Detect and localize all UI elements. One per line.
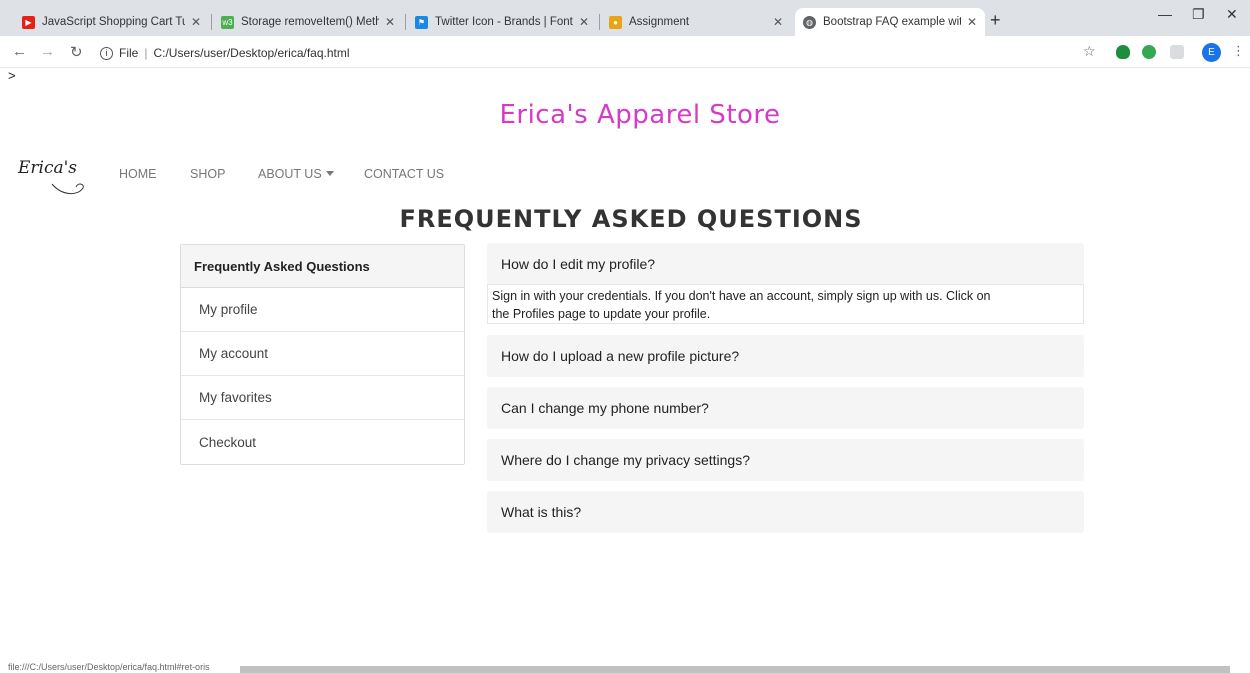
url-scheme: File [119, 46, 139, 60]
stray-text: > [8, 68, 16, 83]
faq-answer-edit-profile: Sign in with your credentials. If you do… [487, 284, 1084, 324]
browser-tab-assignment[interactable]: ● Assignment ✕ [601, 8, 791, 36]
faq-question-edit-profile[interactable]: How do I edit my profile? [487, 243, 1084, 285]
status-bar-url: file:///C:/Users/user/Desktop/erica/faq.… [8, 662, 210, 672]
minimize-icon[interactable]: — [1158, 6, 1172, 22]
faq-category-my-favorites[interactable]: My favorites [181, 376, 464, 420]
store-title: Erica's Apparel Store [499, 100, 781, 130]
nav-home-link[interactable]: HOME [119, 167, 157, 181]
faq-category-my-profile[interactable]: My profile [181, 288, 464, 332]
faq-question-phone-number[interactable]: Can I change my phone number? [487, 387, 1084, 429]
tab-separator [599, 14, 600, 30]
faq-category-my-account[interactable]: My account [181, 332, 464, 376]
nav-contact-link[interactable]: CONTACT US [364, 167, 444, 181]
logo-swirl-icon [51, 183, 84, 194]
close-window-icon[interactable]: ✕ [1226, 6, 1238, 23]
nav-shop-link[interactable]: SHOP [190, 167, 225, 181]
faq-category-header[interactable]: Frequently Asked Questions [181, 245, 464, 288]
globe-extension-icon[interactable] [1142, 45, 1156, 59]
faq-question-upload-picture[interactable]: How do I upload a new profile picture? [487, 335, 1084, 377]
tab-label: Storage removeItem() Method [241, 16, 379, 28]
tab-separator [405, 14, 406, 30]
url-text: C:/Users/user/Desktop/erica/faq.html [153, 46, 350, 60]
browser-tab-bar: ▶ JavaScript Shopping Cart Tutoria ✕ w3 … [0, 0, 1250, 36]
w3schools-icon: w3 [221, 15, 234, 29]
back-arrow-icon[interactable]: ← [12, 43, 27, 60]
tab-separator [211, 14, 212, 30]
close-tab-icon[interactable]: ✕ [191, 15, 201, 29]
faq-question-what-is-this[interactable]: What is this? [487, 491, 1084, 533]
faq-category-list: Frequently Asked Questions My profile My… [180, 244, 465, 465]
browser-toolbar: ← → ↻ i File | C:/Users/user/Desktop/eri… [0, 36, 1250, 68]
browser-tab-fontawesome[interactable]: ⚑ Twitter Icon - Brands | Font Awes ✕ [407, 8, 597, 36]
tab-label: JavaScript Shopping Cart Tutoria [42, 16, 185, 28]
faq-page-heading: FREQUENTLY ASKED QUESTIONS [399, 205, 863, 233]
browser-tab-w3schools[interactable]: w3 Storage removeItem() Method ✕ [213, 8, 403, 36]
address-bar[interactable]: i File | C:/Users/user/Desktop/erica/faq… [100, 42, 350, 64]
browser-tab-youtube[interactable]: ▶ JavaScript Shopping Cart Tutoria ✕ [14, 8, 209, 36]
answer-line: Sign in with your credentials. If you do… [492, 289, 991, 303]
new-tab-icon[interactable]: + [990, 10, 1001, 31]
answer-line: the Profiles page to update your profile… [492, 307, 711, 321]
url-separator: | [144, 46, 148, 60]
brand-logo[interactable]: Erica's [18, 158, 77, 178]
reload-icon[interactable]: ↻ [70, 43, 83, 61]
faq-question-privacy-settings[interactable]: Where do I change my privacy settings? [487, 439, 1084, 481]
forward-arrow-icon[interactable]: → [40, 43, 55, 60]
pdf-extension-icon[interactable] [1170, 45, 1184, 59]
tab-label: Bootstrap FAQ example with tab [823, 16, 961, 28]
tab-label: Twitter Icon - Brands | Font Awes [435, 16, 573, 28]
assignment-icon: ● [609, 15, 622, 29]
fontawesome-icon: ⚑ [415, 15, 428, 29]
menu-kebab-icon[interactable]: ⋮ [1232, 43, 1245, 59]
bookmark-star-icon[interactable]: ☆ [1083, 43, 1096, 60]
restore-icon[interactable]: ❐ [1192, 6, 1205, 23]
globe-icon: ◍ [803, 15, 816, 29]
faq-category-checkout[interactable]: Checkout [181, 420, 464, 464]
info-icon[interactable]: i [100, 46, 113, 60]
close-tab-icon[interactable]: ✕ [385, 15, 395, 29]
nav-about-dropdown[interactable]: ABOUT US [258, 167, 334, 181]
tab-label: Assignment [629, 16, 690, 28]
close-tab-icon[interactable]: ✕ [773, 15, 783, 29]
horizontal-scrollbar[interactable] [240, 666, 1230, 673]
shield-extension-icon[interactable] [1116, 45, 1130, 59]
profile-avatar[interactable]: E [1202, 43, 1221, 62]
close-tab-icon[interactable]: ✕ [579, 15, 589, 29]
close-tab-icon[interactable]: ✕ [967, 15, 977, 29]
youtube-icon: ▶ [22, 15, 35, 29]
browser-tab-faq-active[interactable]: ◍ Bootstrap FAQ example with tab ✕ [795, 8, 985, 36]
